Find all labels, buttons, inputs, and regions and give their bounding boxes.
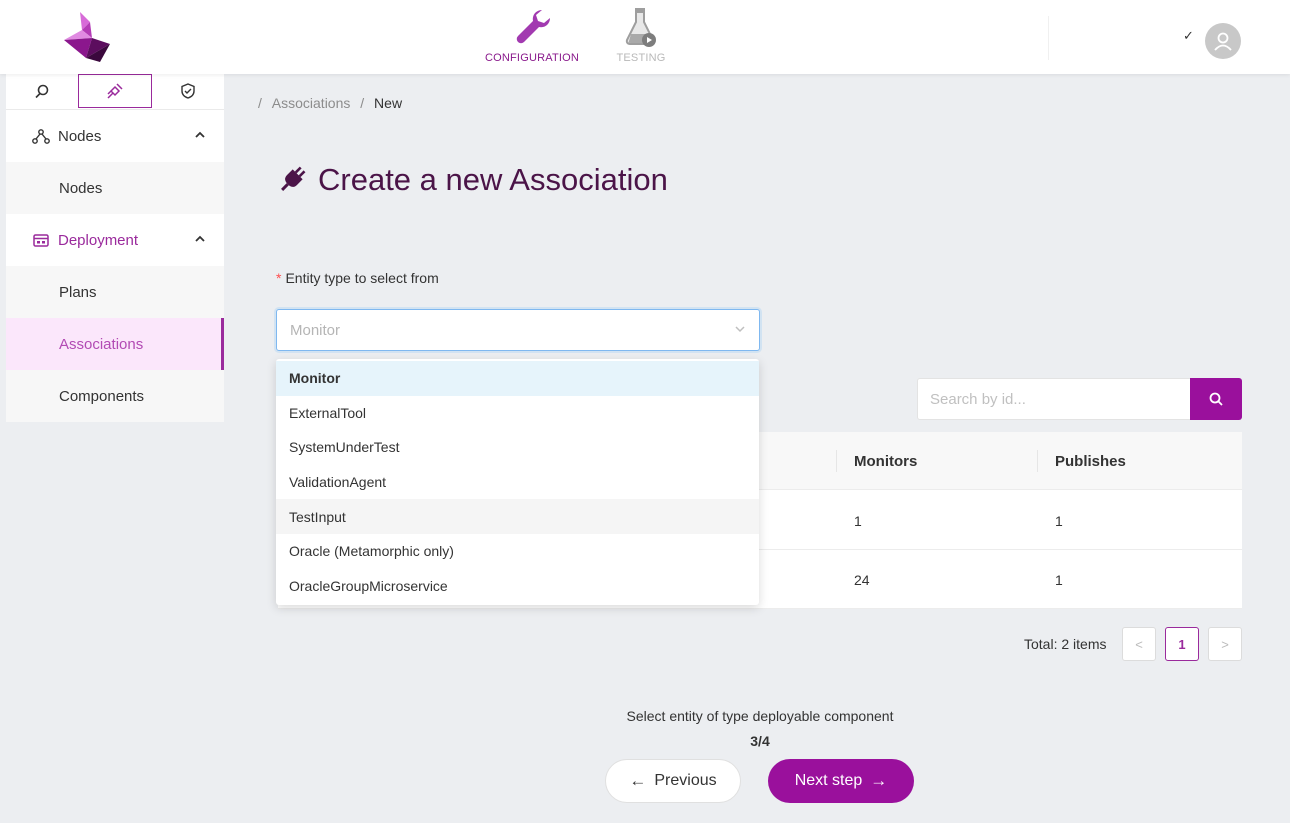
column-divider — [836, 450, 837, 472]
sidebar-tab-search[interactable] — [6, 74, 78, 108]
nav-testing-label: TESTING — [616, 52, 666, 64]
previous-button[interactable]: ← Previous — [605, 759, 741, 803]
option-externaltool[interactable]: ExternalTool — [276, 396, 759, 431]
required-marker: * — [276, 270, 282, 286]
option-systemundertest[interactable]: SystemUnderTest — [276, 430, 759, 465]
sidebar-group-nodes-label: Nodes — [58, 127, 102, 145]
wrench-icon — [516, 9, 551, 44]
sidebar-item-nodes[interactable]: Nodes — [6, 162, 224, 214]
page-title: Create a new Association — [276, 162, 668, 198]
plug-icon — [281, 166, 306, 191]
table-cell-monitors: 1 — [854, 512, 862, 529]
user-avatar[interactable] — [1205, 23, 1241, 59]
option-validationagent[interactable]: ValidationAgent — [276, 465, 759, 500]
page-title-text: Create a new Association — [318, 162, 668, 197]
step-description: Select entity of type deployable compone… — [626, 708, 894, 724]
option-monitor[interactable]: Monitor — [276, 361, 759, 396]
breadcrumb-sep: / — [258, 95, 262, 111]
next-step-button[interactable]: Next step → — [768, 759, 914, 803]
search-input[interactable] — [917, 378, 1191, 420]
top-header: CONFIGURATION TESTING ✓ — [0, 0, 1290, 74]
user-dropdown-chevron[interactable]: ✓ — [1183, 28, 1194, 44]
sidebar: Nodes Nodes Deployment Plans Association… — [6, 74, 224, 823]
entity-type-dropdown: Monitor ExternalTool SystemUnderTest Val… — [276, 359, 759, 605]
previous-button-label: Previous — [654, 772, 717, 789]
entity-type-select-value: Monitor — [290, 321, 341, 339]
plug-icon — [107, 83, 123, 99]
column-header-publishes[interactable]: Publishes — [1055, 432, 1126, 490]
shield-check-icon — [181, 83, 195, 99]
entity-type-select[interactable]: Monitor — [276, 309, 760, 351]
option-oracle-metamorphic[interactable]: Oracle (Metamorphic only) — [276, 534, 759, 569]
deployment-icon — [32, 232, 50, 248]
pagination-total: Total: 2 items — [1024, 636, 1107, 652]
nav-configuration-label: CONFIGURATION — [484, 52, 580, 64]
column-divider — [1037, 450, 1038, 472]
table-cell-publishes: 1 — [1055, 512, 1063, 529]
breadcrumb-sep: / — [360, 95, 365, 111]
sidebar-group-deployment[interactable]: Deployment — [6, 214, 224, 266]
nav-testing[interactable]: TESTING — [606, 6, 676, 64]
sidebar-item-associations[interactable]: Associations — [6, 318, 224, 370]
sidebar-group-nodes[interactable]: Nodes — [6, 110, 224, 162]
search-icon — [1209, 392, 1223, 406]
table-cell-monitors: 24 — [854, 571, 870, 588]
sidebar-item-components[interactable]: Components — [6, 370, 224, 422]
breadcrumb: / Associations / New — [258, 95, 402, 111]
search-button[interactable] — [1190, 378, 1242, 420]
arrow-right-icon: → — [870, 771, 888, 790]
nodes-icon — [32, 128, 50, 144]
swan-logo[interactable] — [56, 10, 116, 66]
option-oraclegroupmicroservice[interactable]: OracleGroupMicroservice — [276, 569, 759, 604]
sidebar-item-plans[interactable]: Plans — [6, 266, 224, 318]
pagination-page-1[interactable]: 1 — [1165, 627, 1199, 661]
chevron-up-icon — [195, 131, 205, 138]
sidebar-tab-validation[interactable] — [152, 74, 224, 108]
user-divider — [1048, 16, 1049, 60]
nav-configuration[interactable]: CONFIGURATION — [484, 6, 580, 64]
option-testinput[interactable]: TestInput — [276, 499, 759, 534]
next-step-button-label: Next step — [794, 772, 863, 789]
flask-icon — [625, 8, 656, 47]
column-header-monitors[interactable]: Monitors — [854, 432, 917, 490]
breadcrumb-current: New — [374, 95, 403, 111]
chevron-down-icon — [735, 326, 745, 333]
breadcrumb-associations[interactable]: Associations — [272, 95, 351, 111]
table-cell-publishes: 1 — [1055, 571, 1063, 588]
chevron-up-icon — [195, 235, 205, 242]
user-icon — [1214, 32, 1232, 51]
entity-type-label: * Entity type to select from — [276, 270, 439, 286]
step-count: 3/4 — [750, 733, 770, 749]
arrow-left-icon: ← — [629, 771, 647, 790]
entity-type-label-text: Entity type to select from — [285, 270, 439, 286]
sidebar-group-deployment-label: Deployment — [58, 231, 139, 249]
sidebar-tabs — [6, 74, 224, 110]
pagination-next[interactable]: > — [1208, 627, 1242, 661]
pagination-prev[interactable]: < — [1122, 627, 1156, 661]
sidebar-tab-associations[interactable] — [78, 74, 152, 108]
search-icon — [35, 84, 49, 99]
